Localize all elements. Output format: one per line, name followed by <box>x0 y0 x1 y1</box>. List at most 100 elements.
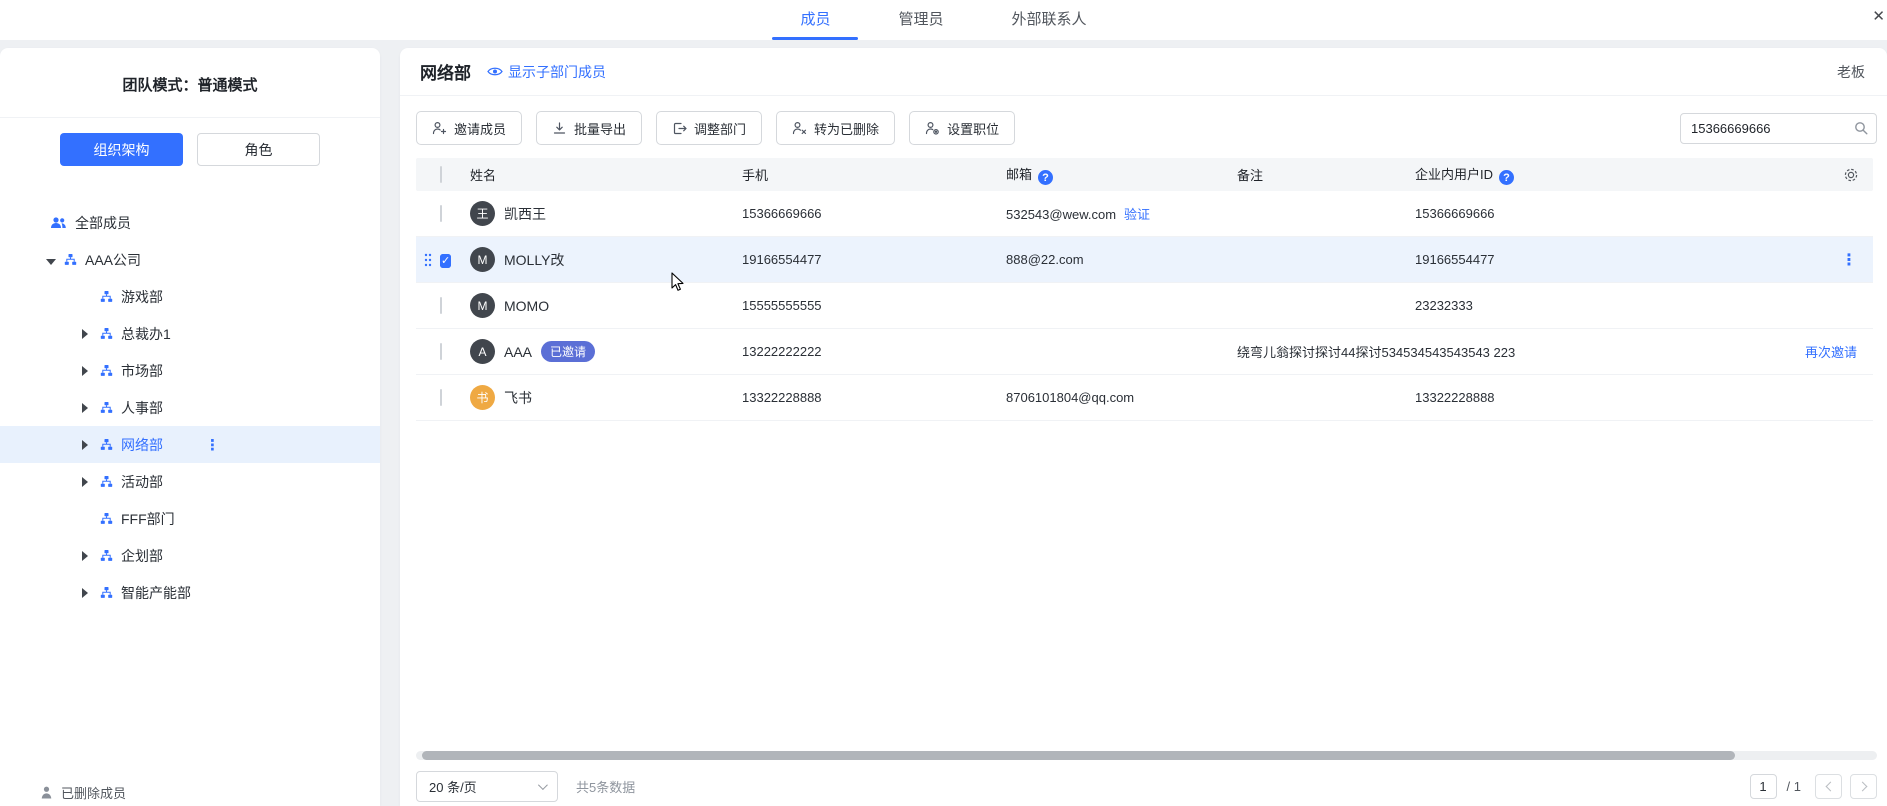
close-icon[interactable]: ✕ <box>1872 9 1885 24</box>
tree-item-label: 网络部 <box>121 435 163 455</box>
invite-member-button[interactable]: 邀请成员 <box>416 111 522 145</box>
page-total-label: / 1 <box>1787 779 1801 794</box>
show-sub-departments-link[interactable]: 显示子部门成员 <box>487 62 606 82</box>
member-name: MOMO <box>504 298 549 314</box>
tree-item-label: 总裁办1 <box>121 324 171 344</box>
sidebar-toggle: 组织架构 角色 <box>0 118 380 172</box>
drag-handle-icon[interactable] <box>424 253 432 267</box>
tree-item-all-members[interactable]: 全部成员 <box>0 204 380 241</box>
search-input[interactable] <box>1691 121 1854 136</box>
member-uid: 23232333 <box>1415 298 1715 313</box>
table-footer: 20 条/页 共5条数据 1 / 1 <box>416 769 1877 803</box>
tree-item-dept-selected[interactable]: 网络部 ⋮ <box>0 426 380 463</box>
chevron-down-icon <box>538 780 548 790</box>
table-row-selected[interactable]: ✓ M MOLLY改 19166554477 888@22.com 191665… <box>416 237 1873 283</box>
row-checkbox[interactable] <box>440 205 442 222</box>
page-size-select[interactable]: 20 条/页 <box>416 771 558 802</box>
search-icon[interactable] <box>1854 121 1868 135</box>
tree-item-label: 活动部 <box>121 472 163 492</box>
tree-item-label: 市场部 <box>121 361 163 381</box>
tree-item-dept[interactable]: 游戏部 <box>0 278 380 315</box>
org-chart-icon <box>100 364 113 377</box>
next-page-button[interactable] <box>1850 774 1877 799</box>
horizontal-scrollbar-thumb[interactable] <box>422 751 1735 760</box>
member-uid: 19166554477 <box>1415 252 1715 267</box>
tree-item-dept[interactable]: 活动部 <box>0 463 380 500</box>
tree-item-label: 人事部 <box>121 398 163 418</box>
person-icon <box>40 786 53 799</box>
reinvite-link[interactable]: 再次邀请 <box>1805 342 1857 361</box>
table-row[interactable]: A AAA 已邀请 13222222222 绕弯儿翁探讨探讨44探讨534534… <box>416 329 1873 375</box>
verify-email-link[interactable]: 验证 <box>1124 207 1150 222</box>
adjust-department-button[interactable]: 调整部门 <box>656 111 762 145</box>
roles-button[interactable]: 角色 <box>197 133 320 166</box>
caret-right-icon <box>82 440 88 450</box>
member-email: 532543@wew.com验证 <box>1006 204 1237 223</box>
member-search <box>1680 113 1877 144</box>
deleted-members-entry[interactable]: 已删除成员 <box>40 783 126 802</box>
table-row[interactable]: M MOMO 15555555555 23232333 <box>416 283 1873 329</box>
caret-right-icon <box>82 366 88 376</box>
tab-admins[interactable]: 管理员 <box>864 0 977 40</box>
tree-item-label: 智能产能部 <box>121 583 191 603</box>
row-checkbox[interactable] <box>440 343 442 360</box>
help-icon[interactable]: ? <box>1499 170 1514 185</box>
table-row[interactable]: 书 飞书 13322228888 8706101804@qq.com 13322… <box>416 375 1873 421</box>
org-chart-icon <box>100 586 113 599</box>
help-icon[interactable]: ? <box>1038 170 1053 185</box>
member-phone: 15555555555 <box>742 298 1006 313</box>
batch-export-button[interactable]: 批量导出 <box>536 111 642 145</box>
team-mode-title: 团队模式：普通模式 <box>0 48 380 117</box>
caret-right-icon <box>82 588 88 598</box>
row-more-menu-icon[interactable]: ⋮ <box>1841 250 1857 270</box>
person-plus-icon <box>432 121 447 136</box>
tab-external-contacts[interactable]: 外部联系人 <box>978 0 1121 40</box>
caret-right-icon <box>82 403 88 413</box>
tree-item-company[interactable]: AAA公司 <box>0 241 380 278</box>
more-menu-icon[interactable]: ⋮ <box>205 436 220 454</box>
org-structure-button[interactable]: 组织架构 <box>60 133 183 166</box>
org-chart-icon <box>100 290 113 303</box>
move-to-deleted-button[interactable]: 转为已删除 <box>776 111 895 145</box>
person-gear-icon <box>925 121 940 136</box>
member-remark: 绕弯儿翁探讨探讨44探讨534534543543543 223 <box>1237 342 1415 361</box>
col-header-phone: 手机 <box>742 165 1006 184</box>
department-header: 网络部 显示子部门成员 老板 <box>400 48 1887 96</box>
prev-page-button[interactable] <box>1815 774 1842 799</box>
avatar: A <box>470 339 495 364</box>
org-chart-icon <box>100 438 113 451</box>
col-header-uid: 企业内用户ID? <box>1415 164 1715 186</box>
tree-item-dept[interactable]: 人事部 <box>0 389 380 426</box>
member-phone: 13322228888 <box>742 390 1006 405</box>
invited-badge: 已邀请 <box>541 341 595 362</box>
org-chart-icon <box>100 549 113 562</box>
select-all-checkbox[interactable] <box>440 166 442 183</box>
org-chart-icon <box>100 512 113 525</box>
horizontal-scrollbar-track[interactable] <box>416 751 1877 760</box>
column-settings-gear-icon[interactable] <box>1843 167 1859 183</box>
row-checkbox[interactable] <box>440 389 442 406</box>
table-header-row: 姓名 手机 邮箱? 备注 企业内用户ID? <box>416 158 1873 191</box>
tree-item-dept[interactable]: 企划部 <box>0 537 380 574</box>
members-panel: 网络部 显示子部门成员 老板 邀请成员 批量导出 调整部门 转为已删除 设置职位 <box>400 48 1887 806</box>
tree-item-label: 游戏部 <box>121 287 163 307</box>
chevron-right-icon <box>1857 781 1867 791</box>
org-chart-icon <box>64 253 77 266</box>
row-checkbox[interactable] <box>440 297 442 314</box>
row-checkbox-checked[interactable]: ✓ <box>440 254 451 268</box>
tree-item-dept[interactable]: FFF部门 <box>0 500 380 537</box>
member-name: 飞书 <box>504 388 532 408</box>
owner-label: 老板 <box>1837 62 1865 82</box>
avatar: 书 <box>470 385 495 410</box>
caret-right-icon <box>82 477 88 487</box>
tree-item-dept[interactable]: 市场部 <box>0 352 380 389</box>
tree-item-dept[interactable]: 总裁办1 <box>0 315 380 352</box>
caret-right-icon <box>82 551 88 561</box>
set-position-button[interactable]: 设置职位 <box>909 111 1015 145</box>
member-phone: 13222222222 <box>742 344 1006 359</box>
table-row[interactable]: 王 凯西王 15366669666 532543@wew.com验证 15366… <box>416 191 1873 237</box>
move-out-icon <box>672 121 687 136</box>
current-page-box[interactable]: 1 <box>1750 774 1777 799</box>
tree-item-dept[interactable]: 智能产能部 <box>0 574 380 611</box>
tab-members[interactable]: 成员 <box>766 0 864 40</box>
